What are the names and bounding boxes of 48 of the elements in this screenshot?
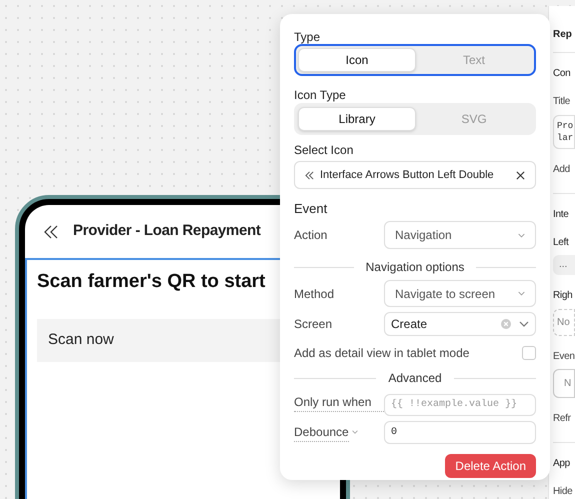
field-label: Only run when bbox=[294, 393, 384, 412]
section-divider-label: Advanced bbox=[388, 370, 442, 387]
condition-input[interactable]: {{ !!example.value }} bbox=[384, 394, 536, 416]
section-divider-label: Navigation options bbox=[366, 259, 464, 276]
debounce-input[interactable]: 0 bbox=[384, 420, 536, 444]
section-label: Con bbox=[553, 68, 570, 79]
checkbox[interactable] bbox=[522, 346, 536, 360]
close-icon[interactable] bbox=[516, 170, 525, 180]
field-label: Refr bbox=[553, 413, 571, 424]
empty-slot[interactable]: No bbox=[553, 308, 575, 336]
section-label: Left bbox=[553, 236, 568, 248]
event-field[interactable]: N bbox=[553, 368, 575, 398]
screen-title: Provider - Loan Repayment bbox=[73, 221, 261, 242]
chevron-down-icon bbox=[519, 321, 529, 327]
action-select[interactable]: Navigation bbox=[384, 221, 536, 249]
double-chevron-left-icon[interactable] bbox=[43, 224, 59, 240]
method-select[interactable]: Navigate to screen bbox=[384, 280, 536, 307]
field-label: Add bbox=[553, 164, 570, 175]
chevron-down-icon bbox=[352, 430, 358, 434]
code-field[interactable]: Pro lar bbox=[553, 115, 575, 149]
segment-tab[interactable]: Library bbox=[298, 107, 416, 131]
field-label: Select Icon bbox=[294, 143, 354, 157]
panel-title: Rep bbox=[553, 29, 572, 40]
chevron-down-icon bbox=[518, 291, 525, 296]
screen-heading: Scan farmer's QR to start bbox=[37, 270, 266, 294]
field-label: Action bbox=[294, 227, 328, 244]
input-field[interactable]: ... bbox=[553, 254, 575, 275]
delete-action-button[interactable]: Delete Action bbox=[445, 454, 536, 478]
icon-select-field[interactable]: Interface Arrows Button Left Double bbox=[294, 161, 536, 189]
section-title: Event bbox=[294, 201, 328, 216]
field-label: Even bbox=[553, 350, 575, 362]
segment-tab[interactable]: Icon bbox=[298, 48, 416, 72]
section-label: App bbox=[553, 458, 570, 469]
field-label: Screen bbox=[294, 316, 334, 333]
screen-select[interactable]: Create bbox=[384, 312, 536, 336]
checkbox-label: Add as detail view in tablet mode bbox=[294, 345, 470, 362]
double-chevron-left-icon bbox=[305, 170, 314, 180]
field-label: Title bbox=[553, 96, 570, 107]
field-label: Icon Type bbox=[294, 88, 347, 102]
section-label: Righ bbox=[553, 290, 572, 301]
scan-now-button[interactable]: Scan now bbox=[37, 318, 280, 362]
selected-icon-name: Interface Arrows Button Left Double bbox=[320, 168, 495, 183]
field-label[interactable]: Debounce bbox=[294, 422, 384, 442]
chevron-down-icon bbox=[518, 232, 525, 238]
section-label: Inte bbox=[553, 208, 568, 220]
field-label: Method bbox=[294, 286, 336, 302]
field-label: Type bbox=[294, 30, 322, 44]
field-label: Hide bbox=[553, 486, 572, 497]
